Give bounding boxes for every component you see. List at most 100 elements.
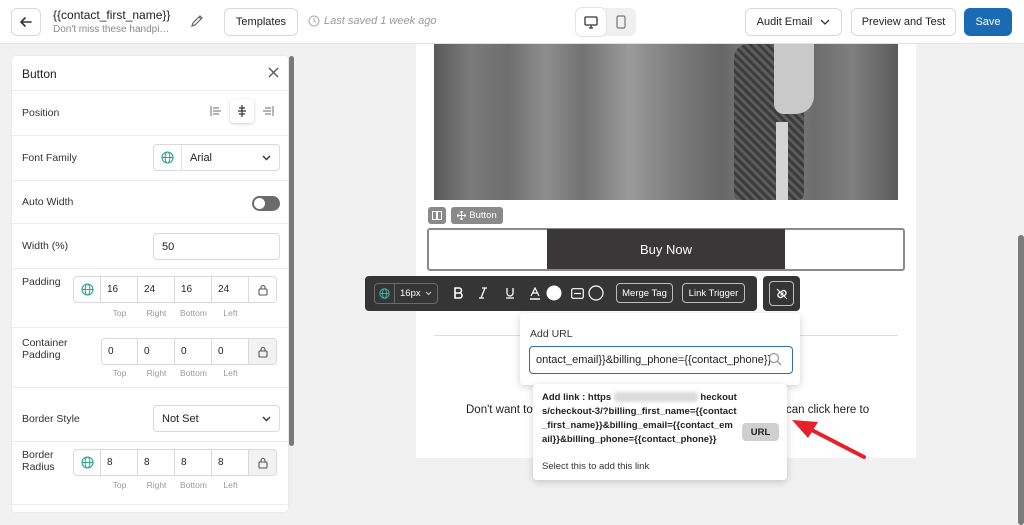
padding-top-input[interactable]: 16 — [101, 276, 138, 303]
font-family-label: Font Family — [22, 152, 77, 164]
globe-icon — [375, 284, 395, 303]
save-button[interactable]: Save — [964, 8, 1012, 36]
position-label: Position — [22, 107, 60, 119]
panel-scrollbar[interactable] — [289, 56, 294, 446]
panel-title: Button — [22, 67, 57, 81]
page-title: {{contact_first_name}} — [53, 8, 171, 22]
mobile-view-button[interactable] — [606, 8, 636, 36]
link-button[interactable] — [763, 276, 800, 311]
border-style-value: Not Set — [162, 412, 199, 425]
border-radius-side-labels: Top Right Bottom Left — [101, 480, 249, 490]
chevron-down-icon — [262, 416, 271, 421]
container-padding-top-input[interactable]: 0 — [101, 338, 138, 365]
globe-icon[interactable] — [73, 276, 101, 303]
side-label-bottom: Bottom — [180, 308, 207, 318]
bold-icon[interactable] — [449, 284, 467, 302]
columns-icon[interactable] — [428, 207, 446, 224]
desktop-view-button[interactable] — [576, 8, 606, 36]
side-label-bottom: Bottom — [180, 368, 207, 378]
merge-tag-button[interactable]: Merge Tag — [616, 283, 673, 303]
underline-icon[interactable] — [501, 284, 519, 302]
font-family-value: Arial — [190, 151, 213, 164]
suggestion-prefix: Add link : https — [542, 392, 612, 403]
add-url-popup: Add URL ontact_email}}&billing_phone={{c… — [520, 313, 800, 385]
padding-left-input[interactable]: 24 — [212, 276, 249, 303]
move-icon — [457, 211, 467, 220]
footer-text-left: Don't want to — [466, 404, 533, 416]
desktop-icon — [584, 15, 598, 29]
padding-bottom-input[interactable]: 16 — [175, 276, 212, 303]
audit-email-button[interactable]: Audit Email — [745, 8, 842, 36]
link-icon — [769, 281, 794, 306]
container-padding-left-input[interactable]: 0 — [212, 338, 249, 365]
border-radius-right-input[interactable]: 8 — [138, 449, 175, 476]
element-tag[interactable]: Button — [451, 207, 503, 224]
canvas-scrollbar[interactable] — [1018, 235, 1024, 525]
font-size-value: 16px — [400, 288, 421, 299]
align-left-icon — [210, 106, 221, 116]
arrow-left-icon — [20, 17, 32, 27]
url-type-badge[interactable]: URL — [742, 423, 779, 441]
text-color-icon[interactable] — [526, 284, 544, 302]
search-icon[interactable] — [768, 352, 782, 369]
padding-label: Padding — [22, 276, 61, 288]
align-right-icon — [263, 106, 274, 116]
font-family-select[interactable]: Arial — [153, 144, 280, 171]
element-tag-label: Button — [469, 210, 497, 221]
last-saved-text: Last saved 1 week ago — [324, 15, 437, 27]
container-padding-side-labels: Top Right Bottom Left — [101, 368, 249, 378]
link-trigger-button[interactable]: Link Trigger — [682, 283, 745, 303]
italic-icon[interactable] — [474, 284, 492, 302]
border-radius-left-input[interactable]: 8 — [212, 449, 249, 476]
button-settings-panel: Button Position Font Family Arial Auto W… — [12, 56, 288, 512]
background-color-icon[interactable] — [568, 284, 586, 302]
font-size-select[interactable]: 16px — [374, 283, 438, 304]
auto-width-toggle[interactable] — [252, 196, 280, 211]
container-padding-label: Container Padding — [22, 337, 68, 361]
blurred-domain — [613, 392, 698, 403]
container-padding-bottom-input[interactable]: 0 — [175, 338, 212, 365]
container-padding-right-input[interactable]: 0 — [138, 338, 175, 365]
width-input[interactable]: 50 — [153, 233, 280, 260]
close-icon[interactable] — [268, 67, 279, 81]
padding-right-input[interactable]: 24 — [138, 276, 175, 303]
globe-icon — [154, 145, 182, 170]
globe-icon[interactable] — [73, 449, 101, 476]
position-group — [204, 99, 280, 123]
container-padding-inputs: 0 0 0 0 — [101, 338, 277, 365]
preview-test-button[interactable]: Preview and Test — [851, 8, 956, 36]
padding-inputs: 16 24 16 24 — [73, 276, 277, 303]
border-style-select[interactable]: Not Set — [153, 405, 280, 432]
text-color-swatch[interactable] — [545, 284, 563, 302]
pencil-icon[interactable] — [190, 14, 204, 31]
link-suggestion[interactable]: Add link : https heckouts/checkout-3/?bi… — [533, 384, 787, 480]
side-label-right: Right — [146, 308, 167, 318]
border-radius-bottom-input[interactable]: 8 — [175, 449, 212, 476]
buy-now-button[interactable]: Buy Now — [547, 229, 785, 269]
border-radius-top-input[interactable]: 8 — [101, 449, 138, 476]
templates-button[interactable]: Templates — [224, 8, 298, 36]
lock-icon[interactable] — [249, 276, 277, 303]
align-right-button[interactable] — [256, 99, 280, 123]
border-radius-inputs: 8 8 8 8 — [73, 449, 277, 476]
url-input[interactable]: ontact_email}}&billing_phone={{contact_p… — [529, 346, 793, 374]
side-label-right: Right — [146, 480, 167, 490]
side-label-right: Right — [146, 368, 167, 378]
width-label: Width (%) — [22, 240, 69, 252]
back-button[interactable] — [11, 8, 41, 36]
hero-image[interactable] — [434, 44, 898, 200]
annotation-arrow-icon — [792, 420, 866, 459]
clock-icon — [308, 15, 320, 27]
lock-icon[interactable] — [249, 449, 277, 476]
chevron-down-icon — [425, 288, 437, 299]
auto-width-label: Auto Width — [22, 196, 74, 208]
align-center-button[interactable] — [230, 99, 254, 123]
side-label-top: Top — [112, 308, 127, 318]
background-color-swatch[interactable] — [587, 284, 605, 302]
padding-side-labels: Top Right Bottom Left — [101, 308, 249, 318]
page-subtitle: Don't miss these handpicked deals — [53, 24, 171, 35]
border-style-label: Border Style — [22, 413, 80, 425]
audit-email-label: Audit Email — [756, 16, 813, 28]
lock-icon[interactable] — [249, 338, 277, 365]
align-left-button[interactable] — [204, 99, 228, 123]
